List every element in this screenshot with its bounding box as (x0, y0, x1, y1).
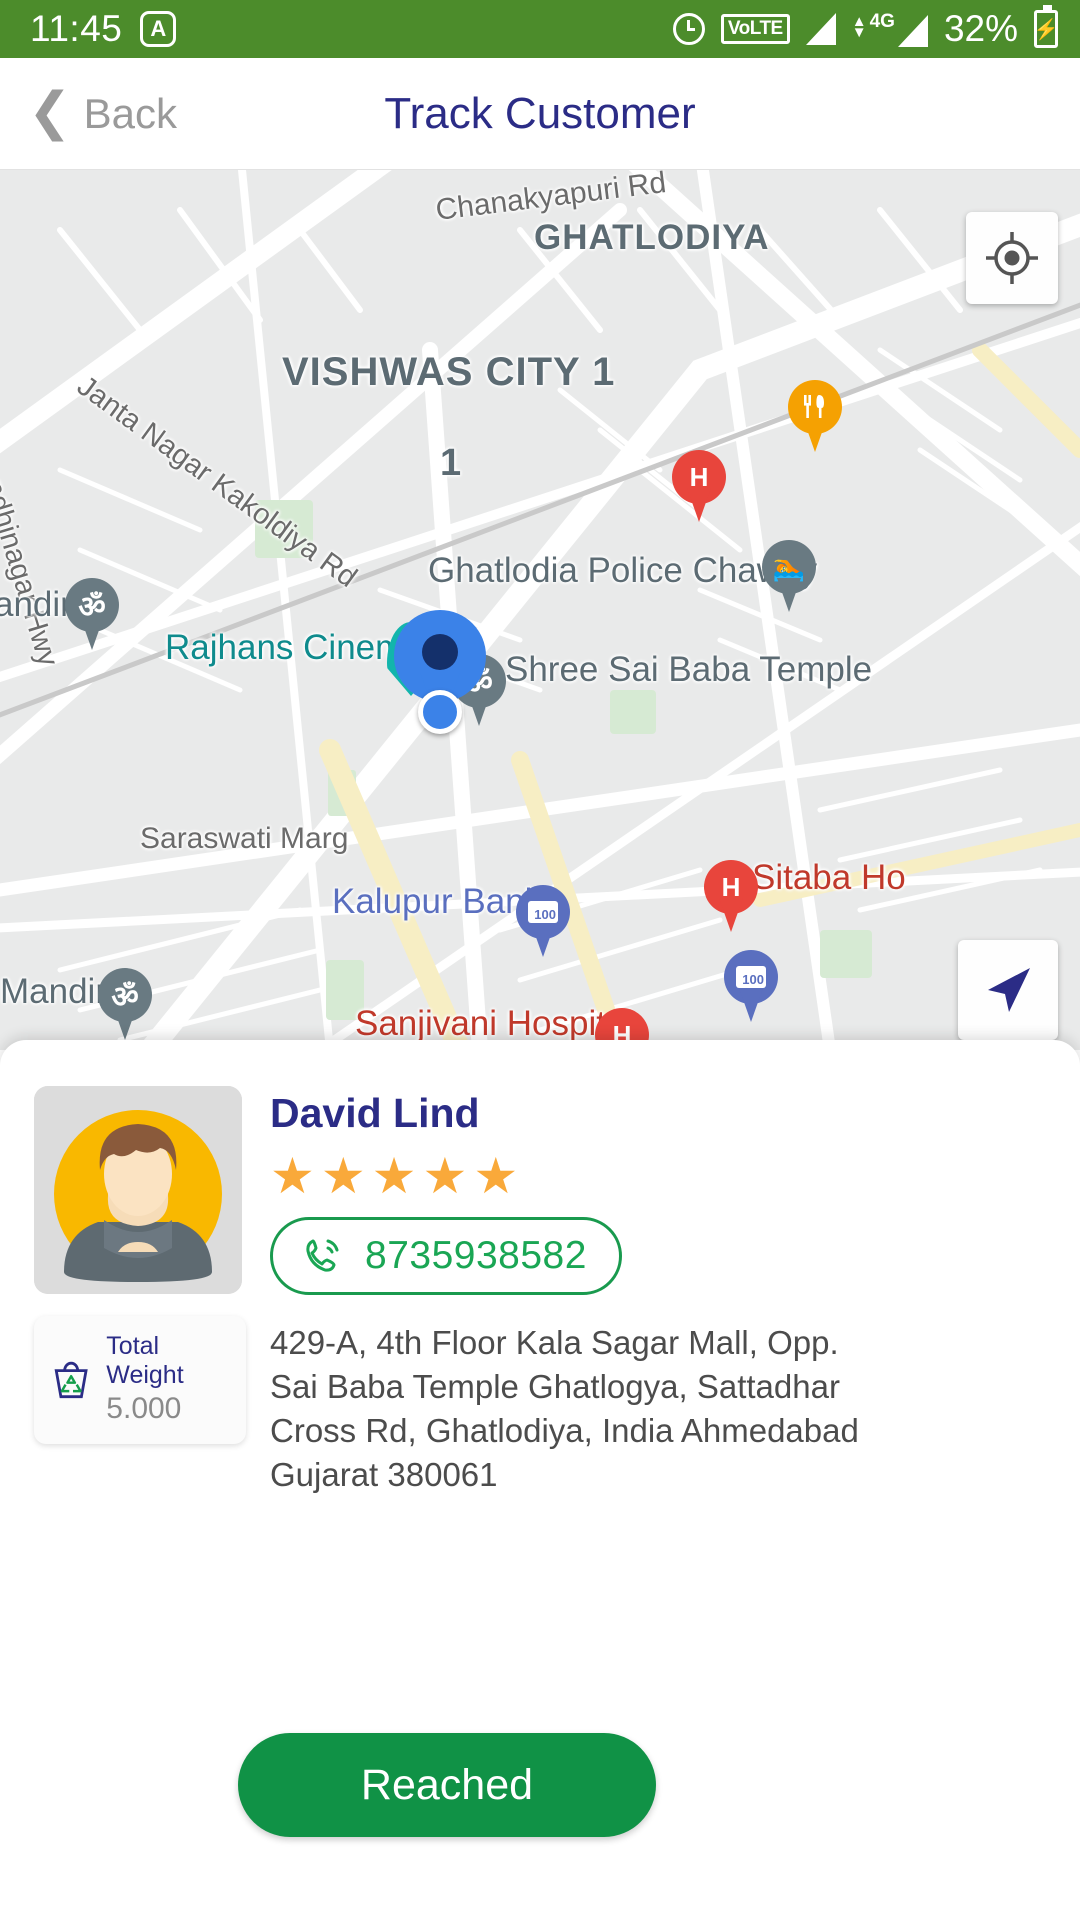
alarm-icon (672, 13, 705, 45)
data-arrows-icon: ▲ ▼ (851, 13, 867, 42)
customer-detail-sheet: Total Weight 5.000 David Lind ★ ★ ★ ★ ★ (0, 1040, 1080, 1920)
customer-phone-number: 8735938582 (365, 1234, 587, 1277)
battery-charging-icon (1034, 5, 1058, 48)
swimming-pin[interactable]: 🏊 (762, 540, 816, 612)
signal-bars-icon (805, 13, 836, 45)
map-label-ghatlodia-police-chawky: Ghatlodia Police Chawky (428, 551, 818, 590)
volte-icon: VoLTE (720, 14, 790, 44)
recycle-basket-icon (54, 1361, 88, 1399)
map-label-rajhans-cinema: Rajhans Cinema (165, 628, 424, 667)
map-view[interactable]: Chanakyapuri Rd GHATLODIYA VISHWAS CITY … (0, 170, 1080, 1050)
star-4: ★ (422, 1148, 468, 1204)
star-3: ★ (371, 1148, 417, 1204)
my-location-icon (986, 232, 1038, 284)
star-5: ★ (473, 1148, 519, 1204)
temple-pin-mandir[interactable]: ॐ (98, 968, 152, 1040)
map-label-sanjivani-hospital: Sanjivani Hospital (355, 1004, 634, 1043)
atm-pin-2[interactable]: 100 (724, 950, 778, 1022)
pin-tail (803, 418, 827, 452)
star-1: ★ (270, 1148, 315, 1204)
pin-tail (80, 616, 104, 650)
map-label-vishwas-city-1: VISHWAS CITY 1 (282, 350, 616, 394)
map-label-1: 1 (440, 442, 462, 484)
total-weight-text: Total Weight 5.000 (106, 1332, 234, 1426)
fork-knife-icon (804, 395, 824, 419)
avatar (34, 1086, 242, 1294)
star-2: ★ (320, 1148, 366, 1204)
network-type-icon: ▲ ▼ 4G (852, 11, 928, 47)
map-label-saraswati-marg: Saraswati Marg (140, 822, 349, 855)
avatar-column: Total Weight 5.000 (34, 1086, 246, 1444)
navigation-arrow-icon (988, 968, 1030, 1012)
map-label-kalupur-bank: Kalupur Bank (332, 882, 543, 921)
map-label-sitaba-hospital: Sitaba Ho (752, 858, 906, 897)
pin-tail (719, 898, 743, 932)
app-bar: ❮ Back Track Customer (0, 58, 1080, 170)
current-location-dot (418, 690, 462, 734)
phone-call-icon (306, 1239, 339, 1272)
customer-row: Total Weight 5.000 David Lind ★ ★ ★ ★ ★ (0, 1086, 1080, 1497)
pin-tail (531, 923, 555, 957)
customer-info: David Lind ★ ★ ★ ★ ★ 8735938582 429-A, 4… (242, 1086, 1046, 1497)
battery-percent: 32% (943, 8, 1018, 49)
map-label-mandir-left: andir (0, 585, 72, 624)
status-bar: 11:45 A VoLTE ▲ ▼ 4G 32% (0, 0, 1080, 58)
status-time: 11:45 (30, 8, 123, 49)
reached-button[interactable]: Reached (238, 1733, 656, 1837)
customer-name: David Lind (270, 1090, 480, 1136)
hospital-pin[interactable]: H (672, 450, 726, 522)
pin-tail (739, 988, 763, 1022)
atm-note-icon-2: 100 (736, 966, 766, 988)
back-button[interactable]: ❮ Back (0, 86, 177, 138)
pin-tail (687, 488, 711, 522)
destination-pin-center-dot (422, 634, 458, 670)
customer-address: 429-A, 4th Floor Kala Sagar Mall, Opp. S… (270, 1324, 859, 1493)
total-weight-card: Total Weight 5.000 (34, 1316, 246, 1444)
pin-tail (777, 578, 801, 612)
my-location-button[interactable] (966, 212, 1058, 304)
restaurant-pin[interactable] (788, 380, 842, 452)
atm-note-icon: 100 (528, 901, 558, 923)
atm-pin-kalupur[interactable]: 100 (516, 885, 570, 957)
signal-bars-icon-2 (897, 15, 928, 47)
navigate-button[interactable] (958, 940, 1058, 1040)
avatar-illustration (34, 1086, 242, 1294)
hospital-pin-sitaba[interactable]: H (704, 860, 758, 932)
chevron-left-icon: ❮ (28, 82, 72, 141)
total-weight-label: Total Weight (106, 1332, 184, 1389)
map-label-mandir: Mandir (0, 972, 107, 1011)
call-customer-button[interactable]: 8735938582 (270, 1217, 622, 1295)
pin-tail (113, 1006, 137, 1040)
app-logo-icon: A (140, 11, 177, 47)
total-weight-value: 5.000 (106, 1392, 182, 1425)
rating-stars: ★ ★ ★ ★ ★ (270, 1151, 1046, 1201)
map-label-shree-sai-baba-temple: Shree Sai Baba Temple (505, 650, 873, 689)
back-button-label: Back (83, 89, 177, 137)
temple-pin-left[interactable]: ॐ (65, 578, 119, 650)
map-label-ghatlodiya: GHATLODIYA (534, 218, 770, 257)
